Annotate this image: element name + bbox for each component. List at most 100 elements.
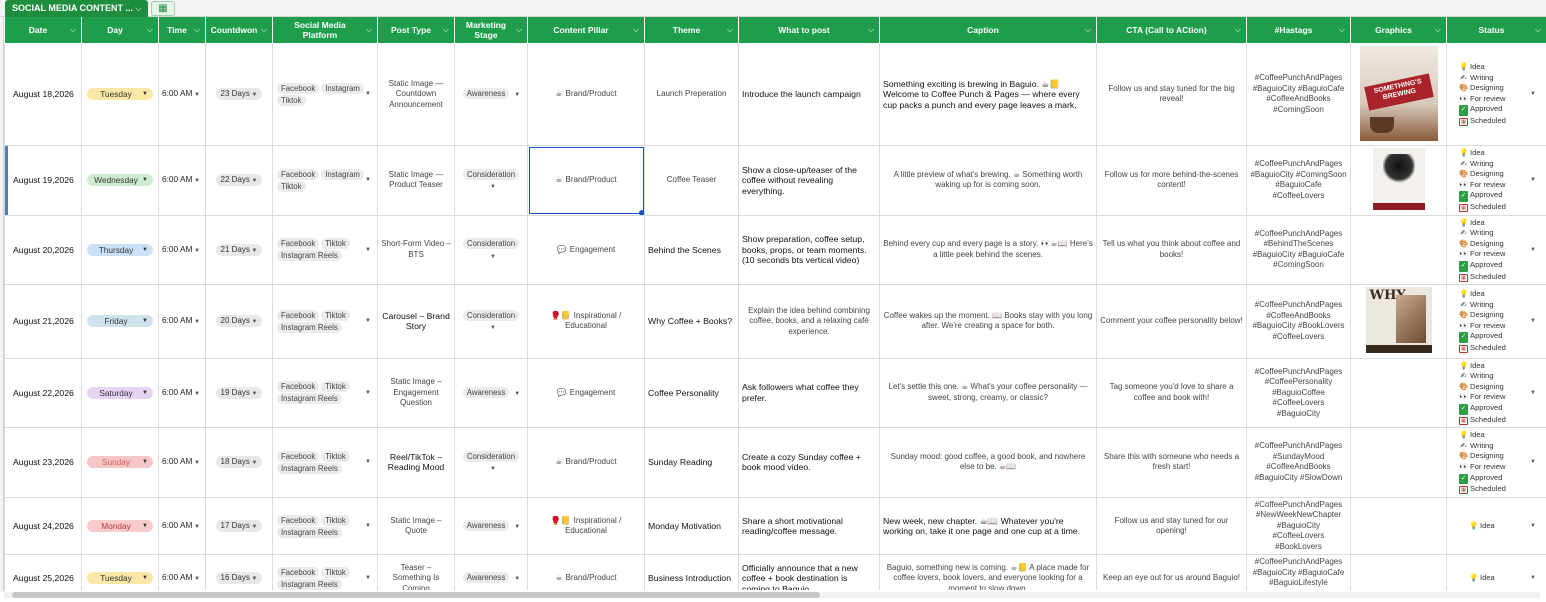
caption-cell[interactable]: Sunday mood: good coffee, a good book, a…: [879, 427, 1097, 498]
caption-cell[interactable]: Baguio, something new is coming. ☕📒 A pl…: [879, 554, 1097, 590]
countdown-chip[interactable]: 23 Days ▼: [215, 88, 263, 101]
status-option[interactable]: 💡 Idea: [1459, 289, 1543, 300]
column-header[interactable]: Marketing Stage ⌵: [454, 17, 528, 44]
day-cell[interactable]: Tuesday ▼: [81, 554, 159, 590]
caption-cell[interactable]: A little preview of what's brewing. ☕ So…: [879, 145, 1097, 216]
status-option[interactable]: ▦ Scheduled: [1459, 343, 1543, 354]
countdown-chip[interactable]: 18 Days ▼: [215, 456, 263, 469]
caret-down-icon[interactable]: ▼: [1530, 175, 1536, 186]
chevron-down-icon[interactable]: ⌵: [70, 25, 76, 35]
caption-cell[interactable]: Coffee wakes up the moment. 📖 Books stay…: [879, 284, 1097, 359]
table-view-icon[interactable]: ▦: [151, 1, 175, 16]
day-cell[interactable]: Saturday ▼: [81, 357, 159, 429]
caption-cell[interactable]: Something exciting is brewing in Baguio.…: [879, 42, 1097, 146]
caret-down-icon[interactable]: ▼: [192, 92, 200, 98]
caret-down-icon[interactable]: ▼: [250, 576, 258, 582]
status-option[interactable]: 💡 Idea: [1459, 218, 1543, 229]
time-cell[interactable]: 6:00 AM ▼: [158, 554, 206, 590]
column-header[interactable]: Status ⌵: [1446, 17, 1546, 44]
caret-down-icon[interactable]: ▼: [250, 391, 258, 397]
status-option[interactable]: 💡 Idea: [1459, 430, 1543, 441]
caret-down-icon[interactable]: ▼: [192, 319, 200, 325]
column-header[interactable]: Social Media Platform ⌵: [272, 17, 378, 44]
chevron-down-icon[interactable]: ⌵: [1535, 25, 1541, 35]
status-option[interactable]: ✓ Approved: [1459, 473, 1543, 485]
countdown-chip[interactable]: 19 Days ▼: [215, 386, 263, 399]
caret-down-icon[interactable]: ▼: [142, 315, 148, 327]
caret-down-icon[interactable]: ▼: [1530, 573, 1536, 584]
what-to-post-cell[interactable]: Show a close-up/teaser of the coffee wit…: [738, 145, 880, 216]
chevron-down-icon[interactable]: ⌵: [366, 25, 372, 35]
chevron-down-icon[interactable]: ⌵: [1339, 25, 1345, 35]
caret-down-icon[interactable]: ▼: [1530, 89, 1536, 100]
marketing-stage-cell[interactable]: Consideration ▼: [454, 214, 528, 286]
column-header[interactable]: Day ⌵: [81, 17, 159, 44]
status-option[interactable]: ✍ Writing: [1459, 300, 1543, 311]
countdown-cell[interactable]: 18 Days ▼: [205, 427, 273, 498]
time-cell[interactable]: 6:00 AM ▼: [158, 145, 206, 216]
post-type-cell[interactable]: Reel/TikTok – Reading Mood: [377, 427, 455, 498]
caret-down-icon[interactable]: ▼: [1530, 245, 1536, 256]
caret-down-icon[interactable]: ▼: [142, 456, 148, 468]
countdown-chip[interactable]: 21 Days ▼: [215, 243, 263, 256]
what-to-post-cell[interactable]: Explain the idea behind combining coffee…: [738, 284, 880, 359]
theme-cell[interactable]: Coffee Teaser: [644, 145, 739, 216]
content-pillar-cell[interactable]: ☕ Brand/Product: [527, 145, 645, 216]
countdown-chip[interactable]: 16 Days ▼: [215, 572, 263, 585]
caret-down-icon[interactable]: ▼: [1530, 316, 1536, 327]
countdown-cell[interactable]: 22 Days ▼: [205, 145, 273, 216]
column-header[interactable]: #Hastags ⌵: [1246, 17, 1351, 44]
cta-cell[interactable]: Follow us and stay tuned for our opening…: [1096, 496, 1247, 556]
caret-down-icon[interactable]: ▼: [1530, 388, 1536, 399]
day-chip[interactable]: Tuesday ▼: [87, 88, 153, 101]
what-to-post-cell[interactable]: Officially announce that a new coffee + …: [738, 554, 880, 590]
caret-down-icon[interactable]: ▼: [365, 521, 371, 532]
graphics-cell[interactable]: [1350, 496, 1447, 556]
caret-down-icon[interactable]: ▼: [192, 460, 200, 466]
marketing-stage-cell[interactable]: Awareness ▼: [454, 554, 528, 590]
day-chip[interactable]: Friday ▼: [87, 315, 153, 328]
time-cell[interactable]: 6:00 AM ▼: [158, 284, 206, 359]
status-cell[interactable]: 💡 Idea ▼: [1446, 496, 1546, 556]
content-pillar-cell[interactable]: ☕ Brand/Product: [527, 42, 645, 146]
chevron-down-icon[interactable]: ⌵: [1085, 25, 1091, 35]
caret-down-icon[interactable]: ▼: [365, 388, 371, 399]
status-cell[interactable]: 💡 Idea ✍ Writing 🎨 Designing 👀 For review ✓ Appro…: [1446, 427, 1546, 498]
caret-down-icon[interactable]: ▼: [514, 576, 520, 582]
day-chip[interactable]: Wednesday ▼: [87, 174, 153, 187]
status-cell[interactable]: 💡 Idea ✍ Writing 🎨 Designing 👀 For review ✓ Appro…: [1446, 357, 1546, 429]
caret-down-icon[interactable]: ▼: [514, 92, 520, 98]
caret-down-icon[interactable]: ▼: [142, 387, 148, 399]
status-option[interactable]: ✓ Approved: [1459, 260, 1543, 272]
chevron-down-icon[interactable]: ⌵: [516, 25, 522, 35]
cta-cell[interactable]: Tag someone you'd love to share a coffee…: [1096, 357, 1247, 429]
horizontal-scrollbar[interactable]: [4, 592, 1540, 598]
status-option[interactable]: ✍ Writing: [1459, 371, 1543, 382]
countdown-cell[interactable]: 23 Days ▼: [205, 42, 273, 146]
platform-cell[interactable]: Facebook TiktokInstagram Reels ▼: [272, 427, 378, 498]
date-cell[interactable]: August 20,2026: [4, 214, 82, 286]
caret-down-icon[interactable]: ▼: [490, 466, 496, 472]
countdown-chip[interactable]: 17 Days ▼: [215, 520, 263, 532]
caret-down-icon[interactable]: ▼: [1530, 521, 1536, 532]
day-chip[interactable]: Thursday ▼: [87, 243, 153, 256]
caret-down-icon[interactable]: ▼: [250, 92, 258, 98]
day-chip[interactable]: Sunday ▼: [87, 456, 153, 469]
status-option[interactable]: ▦ Scheduled: [1459, 484, 1543, 495]
caret-down-icon[interactable]: ▼: [1530, 457, 1536, 468]
content-pillar-cell[interactable]: 💬 Engagement: [527, 214, 645, 286]
status-option[interactable]: ✍ Writing: [1459, 441, 1543, 452]
post-type-cell[interactable]: Static Image — Countdown Announcement: [377, 42, 455, 146]
status-cell[interactable]: 💡 Idea ✍ Writing 🎨 Designing 👀 For review ✓ Appro…: [1446, 42, 1546, 146]
column-header[interactable]: Time ⌵: [158, 17, 206, 44]
day-cell[interactable]: Wednesday ▼: [81, 145, 159, 216]
countdown-cell[interactable]: 16 Days ▼: [205, 554, 273, 590]
chevron-down-icon[interactable]: ⌵: [1435, 25, 1441, 35]
caret-down-icon[interactable]: ▼: [142, 88, 148, 100]
date-cell[interactable]: August 25,2026: [4, 554, 82, 590]
column-header[interactable]: What to post ⌵: [738, 17, 880, 44]
theme-cell[interactable]: Behind the Scenes: [644, 214, 739, 286]
caret-down-icon[interactable]: ▼: [250, 460, 258, 466]
post-type-cell[interactable]: Static Image – Engagement Question: [377, 357, 455, 429]
graphics-cell[interactable]: [1350, 145, 1447, 216]
